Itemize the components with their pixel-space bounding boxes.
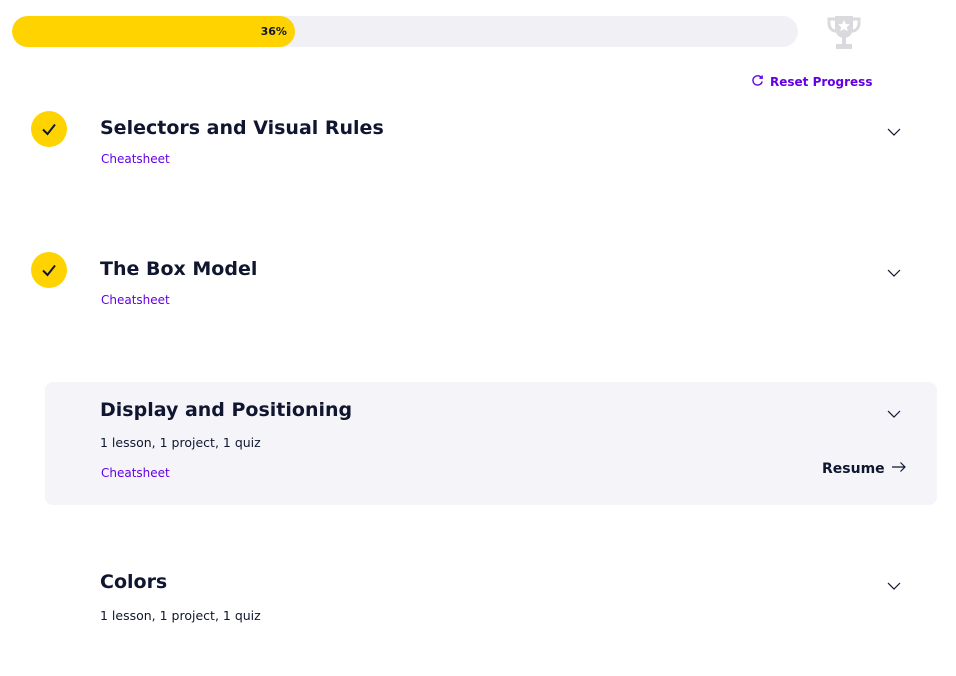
cheatsheet-link[interactable]: Cheatsheet bbox=[101, 466, 170, 480]
reset-icon bbox=[751, 74, 764, 90]
arrow-right-icon bbox=[891, 461, 907, 477]
module-title[interactable]: Selectors and Visual Rules bbox=[100, 117, 384, 139]
module-title[interactable]: Display and Positioning bbox=[100, 399, 352, 421]
reset-progress-button[interactable]: Reset Progress bbox=[751, 73, 872, 91]
progress-bar: 36% bbox=[12, 16, 798, 47]
chevron-down-icon[interactable] bbox=[885, 123, 903, 141]
module-meta: 1 lesson, 1 project, 1 quiz bbox=[100, 435, 261, 450]
chevron-down-icon[interactable] bbox=[885, 264, 903, 282]
progress-percent: 36% bbox=[260, 25, 287, 38]
check-icon bbox=[31, 111, 67, 147]
chevron-down-icon[interactable] bbox=[885, 577, 903, 595]
resume-label: Resume bbox=[822, 461, 885, 477]
module-title[interactable]: The Box Model bbox=[100, 258, 257, 280]
progress-fill: 36% bbox=[12, 16, 295, 47]
trophy-icon bbox=[822, 10, 866, 54]
check-icon bbox=[31, 252, 67, 288]
chevron-down-icon[interactable] bbox=[885, 405, 903, 423]
resume-button[interactable]: Resume bbox=[822, 461, 907, 477]
reset-progress-label: Reset Progress bbox=[770, 75, 873, 89]
cheatsheet-link[interactable]: Cheatsheet bbox=[101, 293, 170, 307]
module-meta: 1 lesson, 1 project, 1 quiz bbox=[100, 608, 261, 623]
module-title[interactable]: Colors bbox=[100, 571, 167, 593]
cheatsheet-link[interactable]: Cheatsheet bbox=[101, 152, 170, 166]
syllabus-page: 36% Reset Progress Selectors and Visual … bbox=[0, 0, 956, 676]
